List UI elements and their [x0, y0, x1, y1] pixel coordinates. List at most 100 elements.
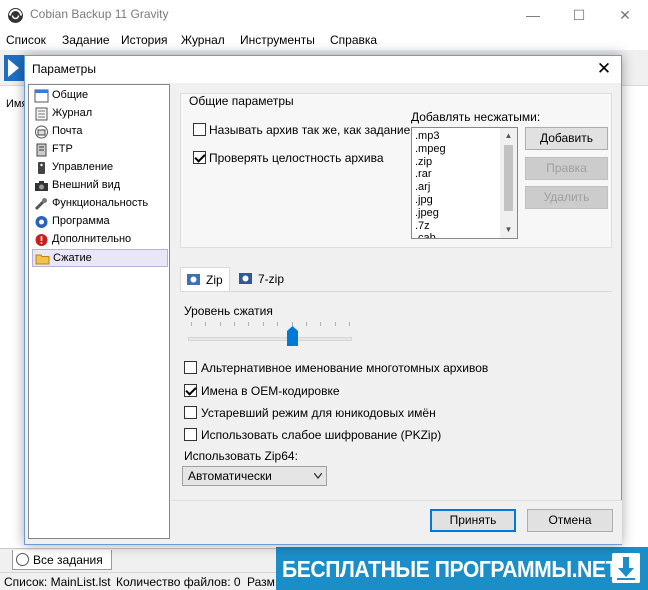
status-files: Количество файлов: 0 — [116, 575, 241, 589]
nav-item-label: Управление — [52, 161, 114, 173]
weak-encryption-checkbox[interactable] — [184, 428, 197, 441]
ext-list-item[interactable]: .jpeg — [415, 207, 439, 219]
alt-multivolume-naming-checkbox[interactable] — [184, 361, 197, 374]
nav-item-label: FTP — [52, 143, 73, 155]
slider-tick — [349, 322, 350, 326]
nav-item-functionality[interactable]: Функциональность — [32, 195, 168, 213]
ext-list-item[interactable]: .arj — [415, 181, 430, 193]
maximize-button[interactable]: ☐ — [556, 0, 602, 30]
verify-archive-checkbox[interactable] — [193, 151, 206, 164]
oem-names-checkbox[interactable] — [184, 384, 197, 397]
scroll-down-icon[interactable]: ▼ — [500, 222, 517, 238]
close-window-button[interactable]: ✕ — [602, 0, 648, 30]
remote-control-icon — [38, 162, 45, 174]
zip64-label: Использовать Zip64: — [184, 449, 298, 463]
dialog-close-button[interactable]: ✕ — [593, 57, 615, 81]
slider-tick — [262, 322, 264, 326]
menu-log[interactable]: Журнал — [181, 33, 225, 47]
ext-list-item[interactable]: .zip — [415, 156, 432, 168]
scroll-thumb[interactable] — [504, 145, 513, 211]
nav-item-program[interactable]: Программа — [32, 213, 168, 231]
menu-task[interactable]: Задание — [62, 33, 110, 47]
ok-button[interactable]: Принять — [430, 509, 516, 532]
menu-help[interactable]: Справка — [330, 33, 377, 47]
add-ext-button[interactable]: Добавить — [525, 127, 608, 150]
dialog-titlebar: Параметры ✕ — [25, 56, 621, 83]
chevron-down-icon — [314, 473, 322, 479]
nav-item-label: Дополнительно — [52, 233, 132, 245]
delete-ext-button[interactable]: Удалить — [525, 186, 608, 209]
tab-all-tasks-label: Все задания — [33, 553, 103, 567]
general-params-title: Общие параметры — [189, 94, 294, 108]
ext-list-item[interactable]: .7z — [415, 220, 430, 232]
app-title: Cobian Backup 11 Gravity — [30, 7, 169, 21]
watermark-banner: БЕСПЛАТНЫЕ ПРОГРАММЫ.NET — [276, 547, 648, 590]
legacy-unicode-checkbox[interactable] — [184, 406, 197, 419]
ext-list-item[interactable]: .mp3 — [415, 130, 439, 142]
folder-icon — [35, 254, 50, 265]
zip64-select-value: Автоматически — [188, 469, 272, 483]
compression-level-slider[interactable] — [188, 337, 352, 341]
slider-tick — [305, 322, 307, 326]
menubar: Список Задание История Журнал Инструмент… — [0, 30, 648, 50]
slider-tick — [191, 322, 192, 326]
nav-item-control[interactable]: Управление — [32, 159, 168, 177]
ext-list-scrollbar[interactable]: ▲ ▼ — [500, 128, 517, 238]
run-task-icon[interactable] — [4, 55, 24, 81]
window-icon — [34, 89, 49, 103]
edit-ext-button[interactable]: Правка — [525, 157, 608, 180]
nav-item-label: Общие — [52, 89, 89, 101]
ext-list-item[interactable]: .rar — [415, 168, 432, 180]
dialog-title: Параметры — [32, 62, 96, 76]
menu-list[interactable]: Список — [6, 33, 46, 47]
nav-item-mail[interactable]: Почта — [32, 123, 168, 141]
ext-list-item[interactable]: .mpeg — [415, 143, 446, 155]
mail-icon — [35, 125, 48, 139]
nav-item-ftp[interactable]: FTP — [32, 141, 168, 159]
cancel-button[interactable]: Отмена — [527, 509, 613, 532]
oem-names-label[interactable]: Имена в OEM-кодировке — [201, 384, 340, 398]
settings-dialog: Параметры ✕ Общие Журнал Почта FTP Управ… — [24, 55, 622, 545]
nav-item-general[interactable]: Общие — [32, 87, 168, 105]
same-name-label[interactable]: Называть архив так же, как задание — [209, 123, 410, 137]
scroll-up-icon[interactable]: ▲ — [500, 128, 517, 144]
zip-archive-icon — [187, 274, 200, 285]
slider-tick — [334, 322, 336, 326]
tab-all-tasks[interactable]: Все задания — [12, 550, 112, 570]
nav-item-log[interactable]: Журнал — [32, 105, 168, 123]
slider-tick — [277, 322, 279, 326]
slider-tick — [205, 322, 207, 326]
ext-list-item[interactable]: .cab — [415, 232, 436, 238]
verify-archive-label[interactable]: Проверять целостность архива — [209, 151, 384, 165]
slider-thumb[interactable] — [286, 326, 298, 346]
menu-tools[interactable]: Инструменты — [240, 33, 315, 47]
tab-zip[interactable]: Zip — [180, 267, 230, 291]
tab-7zip[interactable]: 7-zip — [233, 267, 299, 291]
nav-item-advanced[interactable]: Дополнительно — [32, 231, 168, 249]
menu-history[interactable]: История — [121, 33, 168, 47]
nav-item-label: Журнал — [52, 107, 93, 119]
nav-item-label: Программа — [52, 215, 110, 227]
nav-item-label: Сжатие — [53, 252, 92, 264]
slider-tick — [219, 322, 221, 326]
7zip-archive-icon — [239, 273, 252, 284]
alt-multivolume-naming-label[interactable]: Альтернативное именование многотомных ар… — [201, 361, 488, 375]
slider-tick — [234, 322, 236, 326]
legacy-unicode-label[interactable]: Устаревший режим для юникодовых имён — [201, 406, 436, 420]
minimize-button[interactable]: — — [510, 0, 556, 30]
weak-encryption-label[interactable]: Использовать слабое шифрование (PKZip) — [201, 428, 441, 442]
warning-icon — [35, 234, 48, 246]
download-icon — [612, 553, 640, 583]
ext-list-item[interactable]: .jpg — [415, 194, 433, 206]
status-list: Список: MainList.lst — [4, 575, 111, 589]
nav-item-appearance[interactable]: Внешний вид — [32, 177, 168, 195]
tab-zip-label: Zip — [206, 273, 223, 287]
uncompressed-ext-list[interactable]: .mp3 .mpeg .zip .rar .arj .jpg .jpeg .7z .cab ▲ … — [411, 127, 518, 239]
nav-item-compression[interactable]: Сжатие — [32, 249, 168, 267]
gear-icon — [35, 216, 48, 228]
settings-nav: Общие Журнал Почта FTP Управление Внешни… — [28, 84, 170, 539]
status-size: Разм — [247, 575, 275, 589]
same-name-checkbox[interactable] — [193, 123, 206, 136]
slider-tick — [248, 322, 250, 326]
zip64-select[interactable]: Автоматически — [182, 466, 327, 486]
